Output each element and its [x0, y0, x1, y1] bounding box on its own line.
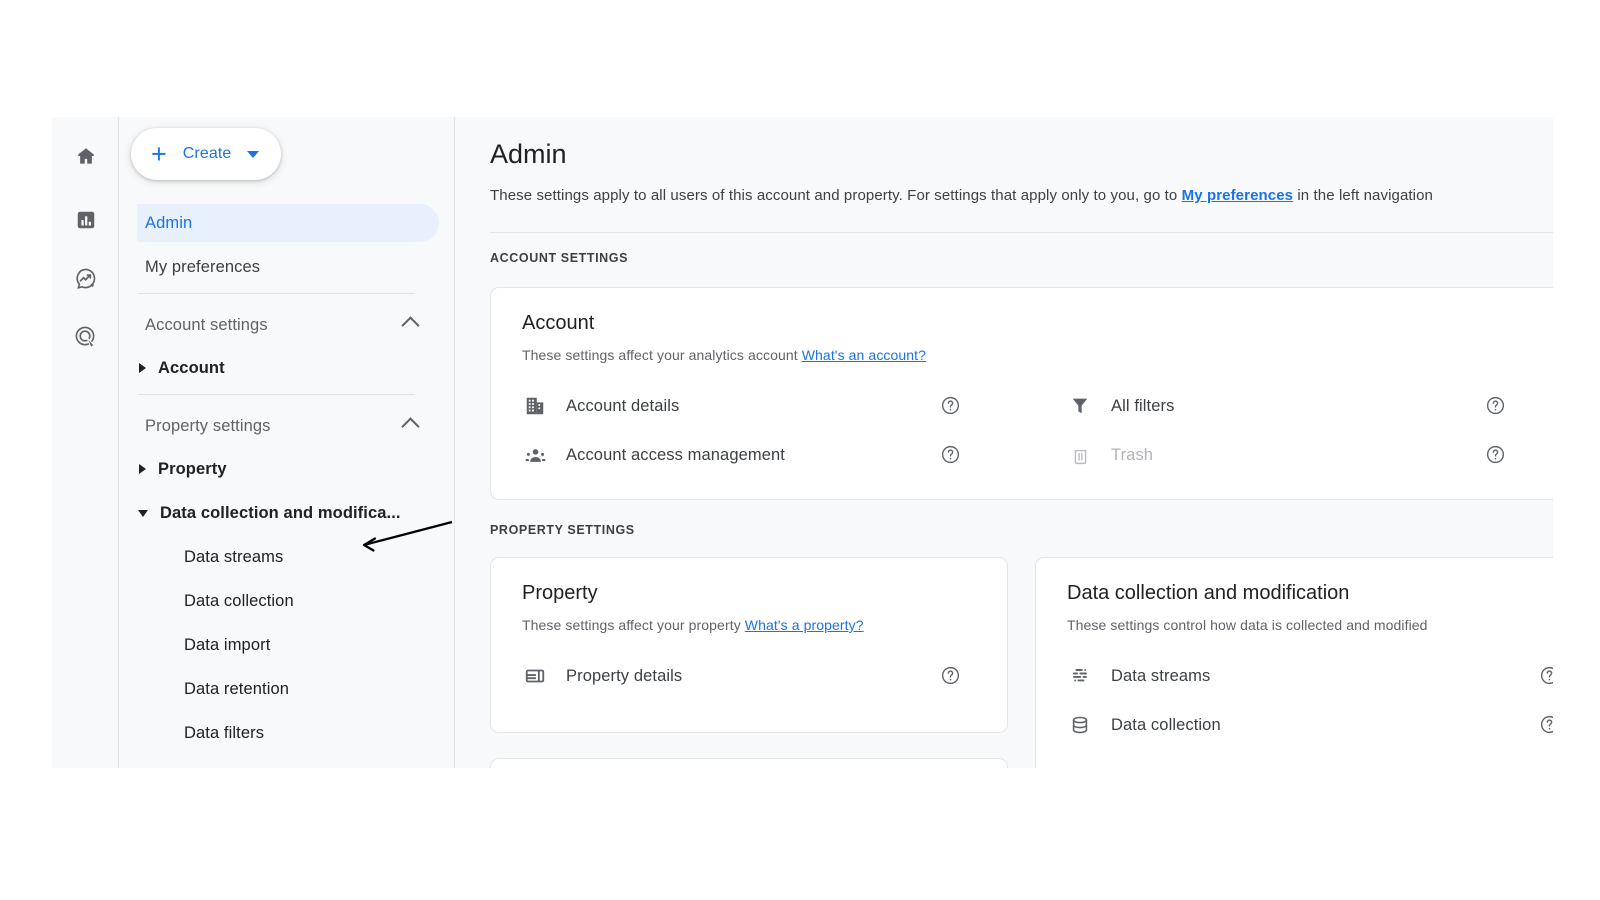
- data-collection-item[interactable]: Data collection: [1067, 705, 1221, 745]
- sidebar-item-label: Data streams: [184, 547, 284, 566]
- trash-item: Trash: [1067, 435, 1153, 475]
- sidebar-group-account-settings[interactable]: Account settings: [137, 306, 439, 344]
- property-settings-section-label: PROPERTY SETTINGS: [490, 523, 635, 537]
- sidebar-item-data-retention[interactable]: Data retention: [137, 670, 439, 708]
- trash-label: Trash: [1111, 445, 1154, 464]
- help-circle-icon-account-details[interactable]: [940, 395, 961, 416]
- account-card: Account These settings affect your analy…: [490, 287, 1553, 500]
- sidebar-item-label: Admin: [145, 213, 193, 232]
- create-button[interactable]: + Create: [131, 128, 282, 180]
- sidebar-divider-1: [138, 293, 415, 294]
- home-icon: [75, 145, 97, 167]
- property-card: Property These settings affect your prop…: [490, 557, 1008, 733]
- sidebar-item-account[interactable]: Account: [137, 349, 439, 387]
- advertising-target-icon: [74, 325, 97, 348]
- sidebar-group-label: Account settings: [145, 315, 268, 334]
- chevron-up-icon: [401, 416, 420, 436]
- account-card-title: Account: [522, 312, 595, 334]
- account-card-subtitle-text: These settings affect your analytics acc…: [522, 347, 802, 363]
- data-collection-label: Data collection: [1111, 715, 1221, 734]
- sidebar-group-label: Property settings: [145, 416, 271, 435]
- account-access-management-label: Account access management: [566, 445, 785, 464]
- page-description-text: These settings apply to all users of thi…: [490, 187, 1182, 204]
- whats-an-account-link[interactable]: What's an account?: [802, 347, 926, 363]
- analytics-admin-screen: + Create Admin My preferences Account se…: [52, 117, 1553, 768]
- rail-item-home[interactable]: [52, 133, 119, 179]
- triangle-right-icon: [139, 464, 146, 474]
- sidebar-item-data-collection-and-modification[interactable]: Data collection and modifica...: [137, 494, 439, 532]
- sidebar-item-data-streams[interactable]: Data streams: [137, 538, 439, 576]
- property-details-icon: [522, 663, 548, 689]
- help-circle-icon-all-filters[interactable]: [1485, 395, 1506, 416]
- sidebar-item-label: My preferences: [145, 257, 261, 276]
- property-card-secondary-partial: [490, 758, 1008, 768]
- chevron-down-icon: [247, 150, 260, 158]
- property-card-title: Property: [522, 582, 598, 604]
- account-settings-section-label: ACCOUNT SETTINGS: [490, 251, 629, 265]
- chevron-up-icon: [401, 315, 420, 335]
- database-icon: [1067, 712, 1093, 738]
- data-streams-item[interactable]: Data streams: [1067, 656, 1210, 696]
- data-streams-icon: [1067, 663, 1093, 689]
- sidebar-item-label: Data filters: [184, 723, 265, 742]
- data-collection-card-subtitle: These settings control how data is colle…: [1067, 617, 1428, 633]
- data-collection-card-title: Data collection and modification: [1067, 582, 1350, 604]
- all-filters-item[interactable]: All filters: [1067, 386, 1174, 426]
- building-icon: [522, 393, 548, 419]
- trash-icon: [1067, 442, 1093, 468]
- rail-item-reports[interactable]: [52, 197, 119, 243]
- sidebar-item-label: Property: [158, 459, 227, 478]
- filter-icon: [1067, 393, 1093, 419]
- sidebar-item-data-filters[interactable]: Data filters: [137, 714, 439, 752]
- account-access-management-item[interactable]: Account access management: [522, 435, 785, 475]
- triangle-down-icon: [138, 509, 148, 517]
- sidebar-item-data-collection[interactable]: Data collection: [137, 582, 439, 620]
- admin-main-content: Admin These settings apply to all users …: [455, 117, 1553, 768]
- help-circle-icon-data-streams[interactable]: [1539, 665, 1553, 686]
- property-card-subtitle-text: These settings affect your property: [522, 617, 745, 633]
- sidebar-item-label: Data collection and modifica...: [160, 503, 401, 522]
- page-title: Admin: [490, 139, 567, 169]
- admin-nav-sidebar: + Create Admin My preferences Account se…: [119, 117, 455, 768]
- sidebar-divider-2: [138, 394, 415, 395]
- sidebar-item-label: Account: [158, 358, 225, 377]
- help-circle-icon-property-details[interactable]: [940, 665, 961, 686]
- sidebar-item-data-import[interactable]: Data import: [137, 626, 439, 664]
- data-streams-label: Data streams: [1111, 666, 1211, 685]
- people-icon: [522, 442, 548, 468]
- sidebar-item-my-preferences[interactable]: My preferences: [137, 248, 439, 286]
- help-circle-icon-account-access[interactable]: [940, 444, 961, 465]
- explore-icon: [74, 267, 97, 290]
- property-card-subtitle: These settings affect your property What…: [522, 617, 864, 633]
- sidebar-item-admin[interactable]: Admin: [137, 204, 439, 242]
- sidebar-group-property-settings[interactable]: Property settings: [137, 407, 439, 445]
- header-divider: [490, 232, 1553, 233]
- reports-icon: [75, 209, 97, 231]
- triangle-right-icon: [139, 363, 146, 373]
- property-details-item[interactable]: Property details: [522, 656, 682, 696]
- rail-item-advertising[interactable]: [52, 313, 119, 359]
- account-details-label: Account details: [566, 396, 680, 415]
- rail-item-explore[interactable]: [52, 255, 119, 301]
- create-button-label: Create: [182, 145, 232, 162]
- icon-rail: [52, 117, 119, 768]
- property-details-label: Property details: [566, 666, 683, 685]
- plus-icon: +: [151, 138, 167, 169]
- sidebar-item-label: Data collection: [184, 591, 294, 610]
- sidebar-item-label: Data retention: [184, 679, 290, 698]
- page-description: These settings apply to all users of thi…: [490, 187, 1553, 204]
- page-description-text-tail: in the left navigation: [1293, 187, 1434, 204]
- whats-a-property-link[interactable]: What's a property?: [745, 617, 864, 633]
- help-circle-icon-trash[interactable]: [1485, 444, 1506, 465]
- help-circle-icon-data-collection[interactable]: [1539, 714, 1553, 735]
- data-collection-card: Data collection and modification These s…: [1035, 557, 1553, 768]
- sidebar-item-label: Data import: [184, 635, 271, 654]
- my-preferences-link[interactable]: My preferences: [1182, 187, 1293, 204]
- sidebar-item-property[interactable]: Property: [137, 450, 439, 488]
- all-filters-label: All filters: [1111, 396, 1175, 415]
- account-details-item[interactable]: Account details: [522, 386, 679, 426]
- account-card-subtitle: These settings affect your analytics acc…: [522, 347, 926, 363]
